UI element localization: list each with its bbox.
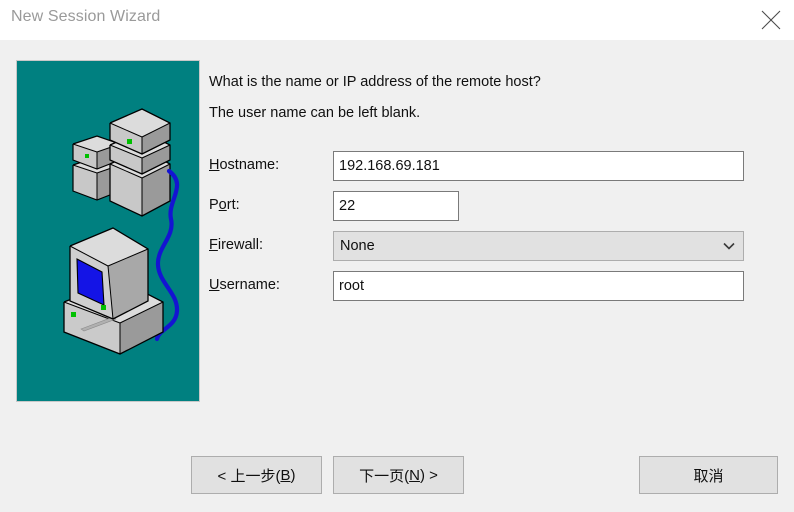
next-button[interactable]: 下一页(N) > xyxy=(333,456,464,494)
username-label-accel: U xyxy=(209,277,219,293)
next-button-pre: 下一页( xyxy=(359,465,409,486)
close-button[interactable] xyxy=(748,0,794,40)
network-connection-graphic-icon xyxy=(17,61,199,401)
cancel-button[interactable]: 取消 xyxy=(639,456,778,494)
username-label-post: sername: xyxy=(219,277,279,293)
next-button-post: ) > xyxy=(420,467,438,484)
port-label-pre: P xyxy=(209,197,219,213)
hostname-input[interactable] xyxy=(333,151,744,181)
port-label: Port: xyxy=(209,197,240,213)
hostname-label-post: ostname: xyxy=(219,157,279,173)
window-title: New Session Wizard xyxy=(11,8,160,26)
title-bar: New Session Wizard xyxy=(0,0,794,41)
firewall-select[interactable]: None xyxy=(333,231,744,261)
dialog-body: What is the name or IP address of the re… xyxy=(0,40,794,512)
username-input[interactable] xyxy=(333,271,744,301)
chevron-down-icon xyxy=(723,232,735,260)
back-button-accel: B xyxy=(280,467,290,484)
hostname-label: Hostname: xyxy=(209,157,279,173)
back-button-pre: < 上一步( xyxy=(218,465,281,486)
port-label-post: rt: xyxy=(227,197,240,213)
cancel-button-label: 取消 xyxy=(693,465,723,486)
back-button[interactable]: < 上一步(B) xyxy=(191,456,322,494)
prompt-text-primary: What is the name or IP address of the re… xyxy=(209,74,541,91)
hostname-label-accel: H xyxy=(209,157,219,173)
port-label-accel: o xyxy=(219,197,227,213)
back-button-post: ) xyxy=(290,467,295,484)
firewall-label-accel: F xyxy=(209,237,218,253)
wizard-illustration-panel xyxy=(16,60,200,402)
prompt-text-secondary: The user name can be left blank. xyxy=(209,105,420,122)
next-button-accel: N xyxy=(409,467,420,484)
firewall-label-post: irewall: xyxy=(218,237,263,253)
close-icon xyxy=(761,10,781,30)
port-input[interactable] xyxy=(333,191,459,221)
username-label: Username: xyxy=(209,277,280,293)
firewall-selected-value: None xyxy=(340,232,375,260)
firewall-label: Firewall: xyxy=(209,237,263,253)
